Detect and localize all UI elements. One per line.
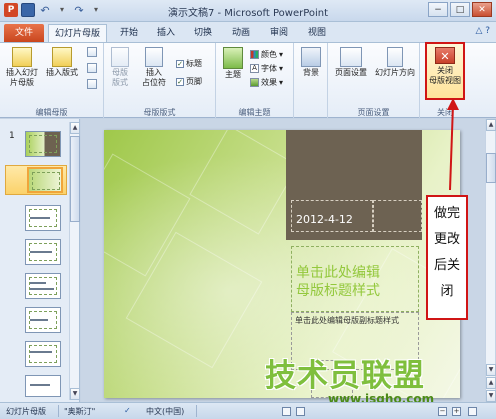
theme-name: "奥斯汀" bbox=[64, 407, 96, 416]
status-bar: 幻灯片母版 "奥斯汀" ✓ 中文(中国) − + bbox=[0, 402, 496, 419]
fit-window-icon[interactable] bbox=[468, 407, 477, 416]
slide-sorter-icon[interactable] bbox=[296, 407, 305, 416]
annotation-box: 做完 更改 后关 闭 bbox=[426, 195, 468, 320]
zoom-out-icon[interactable]: − bbox=[438, 407, 447, 416]
view-label: 幻灯片母版 bbox=[6, 407, 46, 416]
watermark-logo: 技术员联盟 bbox=[265, 358, 425, 394]
normal-view-icon[interactable] bbox=[282, 407, 291, 416]
language-label[interactable]: 中文(中国) bbox=[146, 406, 184, 417]
zoom-in-icon[interactable]: + bbox=[452, 407, 461, 416]
proofing-icon[interactable]: ✓ bbox=[124, 406, 131, 415]
